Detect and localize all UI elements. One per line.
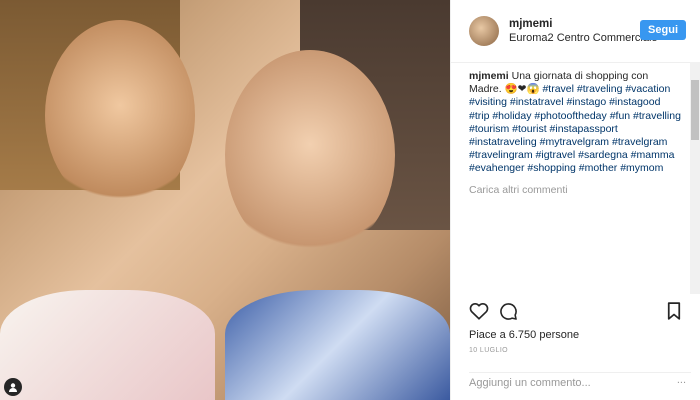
avatar[interactable]	[469, 16, 499, 46]
photo-clothing-left	[0, 290, 215, 400]
scrollbar[interactable]	[690, 62, 700, 294]
follow-button[interactable]: Segui	[640, 20, 686, 40]
likes-count[interactable]: Piace a 6.750 persone	[469, 329, 579, 341]
bookmark-icon[interactable]	[667, 302, 681, 320]
scrollbar-thumb[interactable]	[691, 80, 699, 140]
post-sidebar: mjmemi Euroma2 Centro Commerciale Segui …	[450, 0, 700, 400]
photo-person-left	[45, 20, 195, 210]
post-header: mjmemi Euroma2 Centro Commerciale Segui	[451, 0, 700, 63]
more-options-icon[interactable]: ...	[677, 374, 686, 386]
action-bar	[469, 302, 691, 322]
post-photo[interactable]	[0, 0, 450, 400]
comment-icon[interactable]	[499, 302, 518, 321]
caption-username[interactable]: mjmemi	[469, 70, 509, 82]
heart-icon[interactable]	[469, 302, 489, 320]
caption: mjmemi Una giornata di shopping con Madr…	[469, 70, 681, 176]
header-text: mjmemi Euroma2 Centro Commerciale	[509, 18, 661, 44]
user-tag-icon[interactable]	[4, 378, 22, 396]
post-date: 10 LUGLIO	[469, 347, 509, 354]
comments-section: mjmemi Una giornata di shopping con Madr…	[469, 70, 681, 197]
caption-hashtags[interactable]: #travel #traveling #vacation #visiting #…	[469, 83, 681, 174]
header-username[interactable]: mjmemi	[509, 18, 661, 30]
add-comment-input[interactable]: Aggiungi un commento...	[469, 372, 691, 389]
header-location[interactable]: Euroma2 Centro Commerciale	[509, 32, 661, 44]
photo-clothing-right	[225, 290, 450, 400]
load-more-comments[interactable]: Carica altri commenti	[469, 184, 681, 197]
photo-person-right	[225, 50, 395, 260]
